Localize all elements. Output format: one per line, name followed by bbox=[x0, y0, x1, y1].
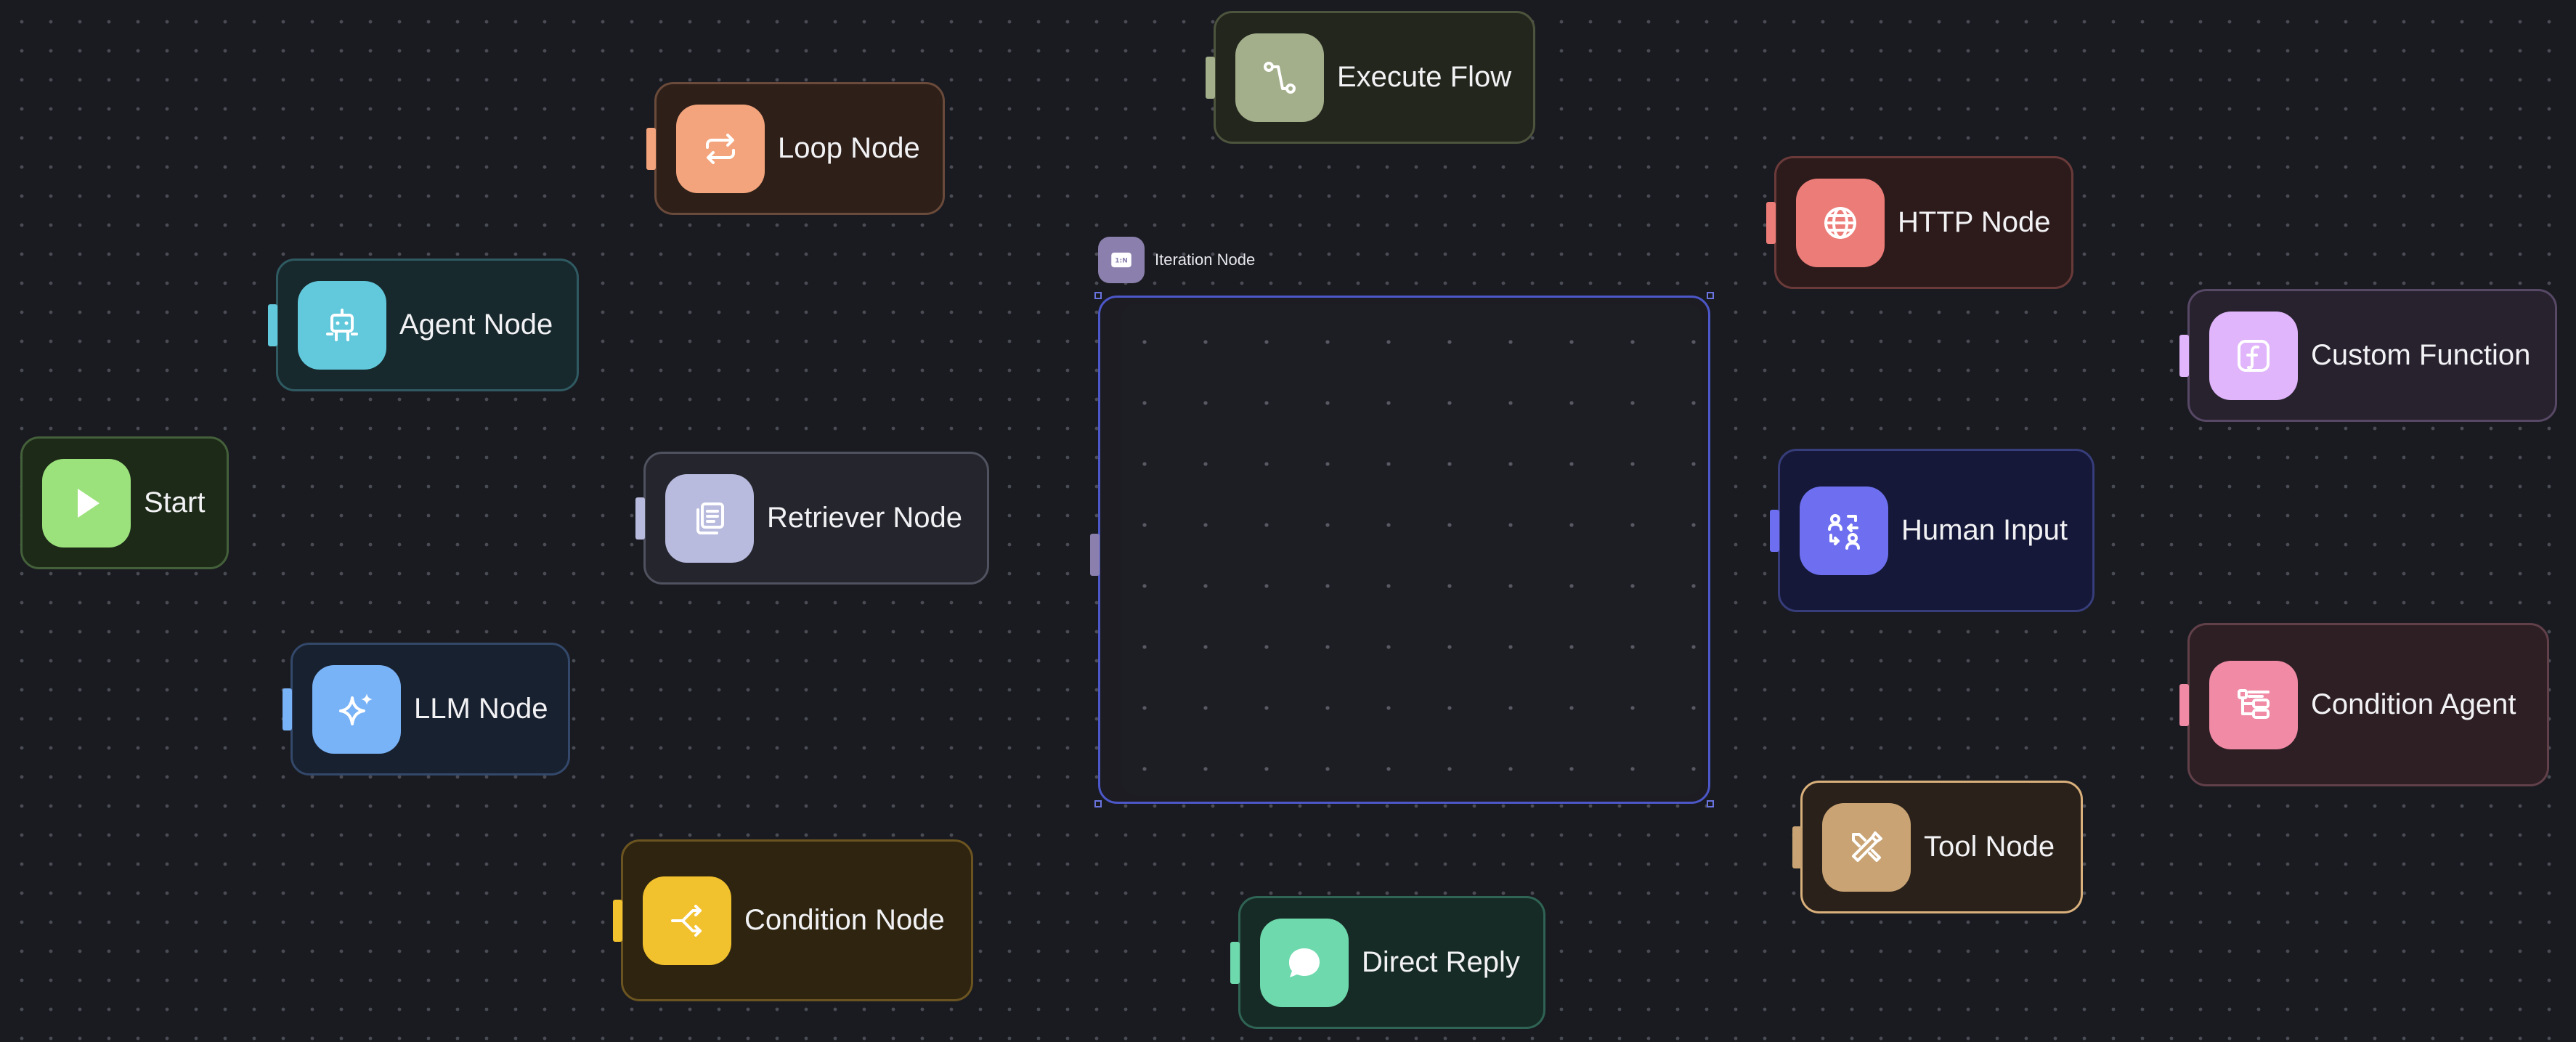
retriever-node[interactable]: Retriever Node bbox=[635, 452, 989, 585]
function-icon bbox=[2238, 339, 2270, 372]
condition-agent-node[interactable]: Condition Agent bbox=[2179, 623, 2549, 786]
iteration-node-label: Iteration Node bbox=[1155, 251, 1256, 269]
retriever-node-icon-box bbox=[665, 473, 754, 563]
retriever-node-label: Retriever Node bbox=[767, 502, 963, 534]
http-node-icon-box bbox=[1796, 178, 1885, 267]
start-node-label: Start bbox=[144, 487, 206, 518]
llm-node-label: LLM Node bbox=[414, 693, 548, 725]
custom-function-node[interactable]: Custom Function bbox=[2179, 289, 2557, 422]
resize-handle-bottom-left[interactable] bbox=[1094, 800, 1102, 807]
agent-node-input-handle[interactable] bbox=[268, 304, 277, 346]
branch-tree-icon bbox=[2238, 688, 2270, 719]
start-node[interactable]: Start bbox=[20, 436, 229, 569]
resize-handle-top-right[interactable] bbox=[1707, 292, 1714, 299]
execute-flow-node-label: Execute Flow bbox=[1337, 61, 1512, 93]
agent-node[interactable]: Agent Node bbox=[268, 259, 579, 391]
llm-node-icon-box bbox=[312, 664, 401, 754]
execute-flow-node-input-handle[interactable] bbox=[1206, 56, 1215, 99]
http-node-label: HTTP Node bbox=[1898, 206, 2051, 238]
documents-icon bbox=[696, 502, 724, 534]
direct-reply-node[interactable]: Direct Reply bbox=[1230, 896, 1545, 1029]
human-input-node[interactable]: Human Input bbox=[1770, 449, 2094, 612]
play-icon bbox=[78, 488, 99, 518]
loop-node-input-handle[interactable] bbox=[646, 127, 656, 170]
llm-node[interactable]: LLM Node bbox=[283, 643, 570, 776]
http-node[interactable]: HTTP Node bbox=[1766, 156, 2073, 289]
http-node-input-handle[interactable] bbox=[1766, 201, 1776, 244]
repeat-icon bbox=[706, 133, 735, 164]
custom-function-node-input-handle[interactable] bbox=[2179, 334, 2189, 377]
chat-bubble-icon bbox=[1289, 948, 1320, 977]
robot-icon bbox=[326, 308, 358, 341]
tool-node-label: Tool Node bbox=[1924, 831, 2055, 863]
flow-canvas[interactable]: Start Agent Node LLM Node Loop Node Retr… bbox=[0, 0, 2576, 1042]
custom-function-node-icon-box bbox=[2209, 311, 2298, 400]
execute-flow-node-icon-box bbox=[1235, 33, 1324, 122]
iteration-icon-text: 1:N bbox=[1115, 257, 1128, 265]
condition-agent-node-icon-box bbox=[2209, 660, 2298, 749]
tools-icon bbox=[1852, 831, 1882, 862]
loop-node-label: Loop Node bbox=[778, 132, 920, 164]
flow-path-icon bbox=[1264, 61, 1296, 94]
condition-agent-node-label: Condition Agent bbox=[2311, 688, 2516, 720]
custom-function-node-label: Custom Function bbox=[2311, 339, 2531, 371]
direct-reply-node-icon-box bbox=[1260, 918, 1349, 1007]
condition-node-icon-box bbox=[643, 876, 731, 965]
loop-node[interactable]: Loop Node bbox=[646, 82, 945, 215]
tool-node-icon-box bbox=[1822, 802, 1911, 892]
agent-node-label: Agent Node bbox=[399, 309, 553, 341]
execute-flow-node[interactable]: Execute Flow bbox=[1206, 11, 1535, 144]
iteration-node-body bbox=[1121, 304, 1702, 796]
tool-node-input-handle[interactable] bbox=[1792, 826, 1802, 868]
iteration-icon: 1:N bbox=[1098, 237, 1145, 283]
direct-reply-node-label: Direct Reply bbox=[1362, 946, 1520, 978]
iteration-node-container[interactable] bbox=[1090, 296, 1710, 804]
iteration-node-input-handle[interactable] bbox=[1090, 534, 1100, 576]
loop-node-icon-box bbox=[676, 104, 765, 193]
human-input-node-input-handle[interactable] bbox=[1770, 509, 1779, 552]
condition-agent-node-input-handle[interactable] bbox=[2179, 683, 2189, 726]
condition-node[interactable]: Condition Node bbox=[613, 839, 973, 1001]
resize-handle-top-left[interactable] bbox=[1094, 292, 1102, 299]
agent-node-icon-box bbox=[298, 280, 386, 370]
resize-handle-bottom-right[interactable] bbox=[1707, 800, 1714, 807]
tool-node[interactable]: Tool Node bbox=[1792, 781, 2083, 913]
human-input-node-icon-box bbox=[1800, 486, 1888, 575]
human-input-node-label: Human Input bbox=[1901, 514, 2068, 546]
condition-node-label: Condition Node bbox=[744, 904, 945, 936]
globe-icon bbox=[1824, 206, 1856, 239]
direct-reply-node-input-handle[interactable] bbox=[1230, 941, 1240, 984]
llm-node-input-handle[interactable] bbox=[283, 688, 292, 730]
split-arrows-icon bbox=[671, 904, 702, 937]
retriever-node-input-handle[interactable] bbox=[635, 497, 645, 540]
iteration-node-header[interactable]: 1:N Iteration Node bbox=[1098, 237, 1255, 283]
condition-node-input-handle[interactable] bbox=[613, 899, 622, 942]
sparkles-icon bbox=[339, 693, 373, 725]
start-node-icon-box bbox=[42, 458, 131, 548]
users-exchange-icon bbox=[1828, 513, 1860, 550]
